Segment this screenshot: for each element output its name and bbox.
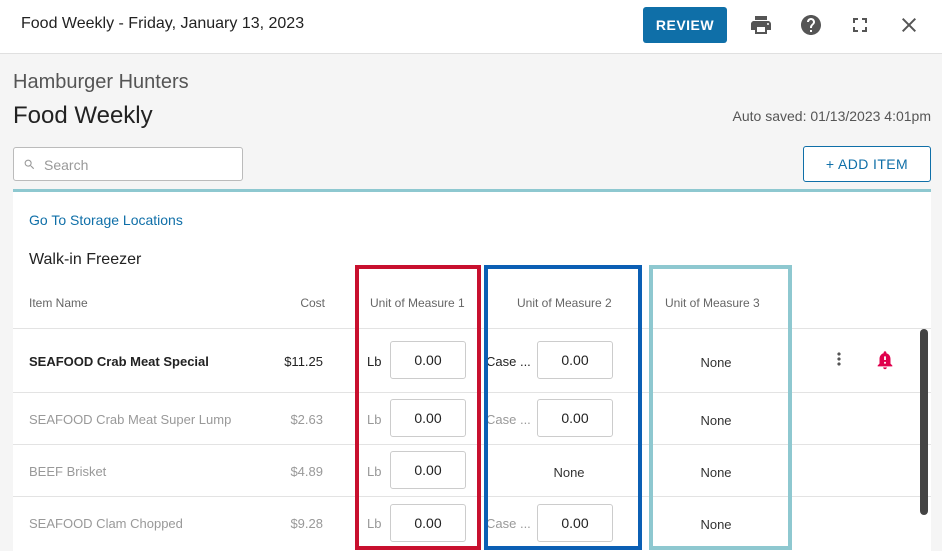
item-cost: $4.89 — [290, 464, 323, 479]
search-input[interactable] — [44, 155, 234, 175]
storage-location-title: Walk-in Freezer — [29, 251, 142, 268]
uom1-highlight-box — [355, 265, 481, 550]
column-header-cost[interactable]: Cost — [263, 296, 325, 310]
add-item-button[interactable]: + ADD ITEM — [803, 146, 931, 182]
item-cost: $11.25 — [284, 354, 323, 369]
item-name[interactable]: SEAFOOD Crab Meat Super Lump — [29, 412, 231, 427]
close-icon[interactable] — [897, 13, 921, 37]
review-button[interactable]: REVIEW — [643, 7, 727, 43]
alert-bell-icon[interactable] — [874, 349, 896, 376]
print-icon[interactable] — [749, 13, 773, 37]
item-cost: $9.28 — [290, 516, 323, 531]
window-title: Food Weekly - Friday, January 13, 2023 — [21, 15, 305, 32]
column-header-item-name[interactable]: Item Name — [29, 296, 88, 310]
auto-saved-status: Auto saved: 01/13/2023 4:01pm — [732, 108, 931, 124]
help-icon[interactable] — [799, 13, 823, 37]
uom2-highlight-box — [484, 265, 642, 550]
item-name[interactable]: SEAFOOD Clam Chopped — [29, 516, 183, 531]
search-icon — [24, 159, 35, 170]
inventory-card: Go To Storage Locations Walk-in Freezer … — [13, 189, 931, 551]
item-cost: $2.63 — [290, 412, 323, 427]
fullscreen-icon[interactable] — [848, 13, 872, 37]
item-name[interactable]: SEAFOOD Crab Meat Special — [29, 354, 209, 369]
page-title: Food Weekly — [13, 102, 153, 129]
search-box[interactable] — [13, 147, 243, 181]
uom3-highlight-box — [649, 265, 792, 550]
item-name[interactable]: BEEF Brisket — [29, 464, 106, 479]
go-to-storage-locations-link[interactable]: Go To Storage Locations — [29, 212, 183, 228]
scrollbar[interactable] — [920, 329, 928, 515]
more-options-icon[interactable] — [829, 349, 849, 374]
store-name: Hamburger Hunters — [13, 71, 189, 93]
top-bar: Food Weekly - Friday, January 13, 2023 R… — [0, 0, 942, 54]
